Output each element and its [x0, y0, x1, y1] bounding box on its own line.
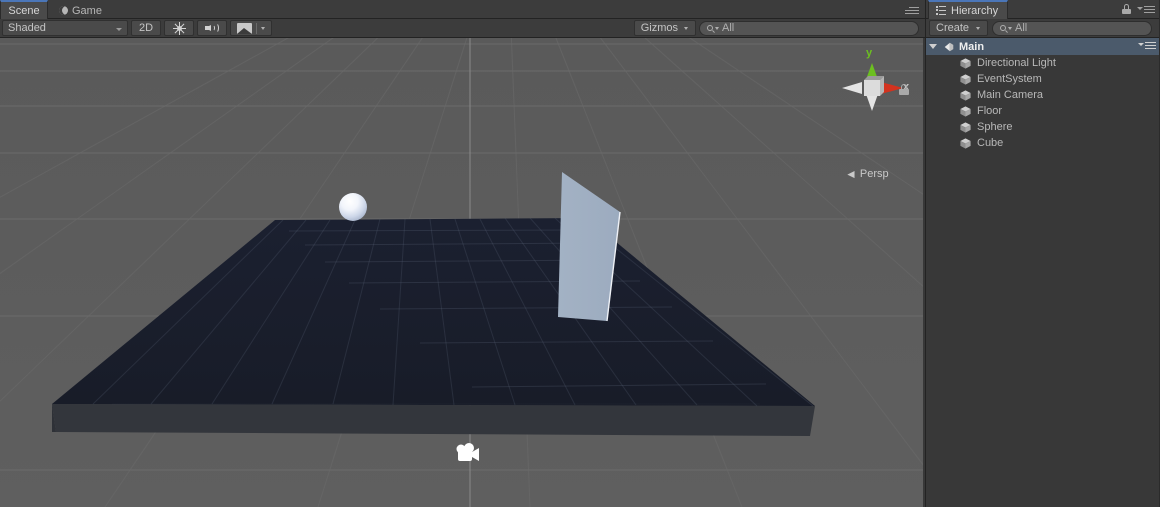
gizmos-dropdown-button[interactable]: Gizmos: [633, 20, 696, 36]
chevron-down-icon: [715, 26, 719, 30]
projection-text: Persp: [859, 168, 889, 180]
hierarchy-list: Directional Light EventSystem Main Camer…: [926, 55, 1160, 151]
list-item[interactable]: Main Camera: [926, 87, 1160, 103]
hierarchy-panel-menu-icon[interactable]: [1137, 5, 1155, 15]
scene-toolbar-right: Gizmos All: [633, 20, 925, 36]
tab-game[interactable]: Game: [50, 0, 112, 19]
hierarchy-search-input[interactable]: All: [992, 20, 1153, 36]
tab-hierarchy[interactable]: Hierarchy: [928, 0, 1009, 19]
hierarchy-icon: [936, 6, 946, 15]
tab-game-label: Game: [72, 4, 102, 17]
scene-name-label: Main: [959, 40, 985, 53]
gizmo-axis-y-label: y: [866, 47, 873, 59]
list-item-label: Cube: [977, 137, 1004, 149]
list-item[interactable]: Sphere: [926, 119, 1160, 135]
create-button[interactable]: Create: [929, 20, 989, 36]
scene-render: [0, 38, 923, 507]
tab-scene[interactable]: Scene: [0, 0, 48, 19]
draw-mode-label: Shaded: [8, 22, 46, 34]
gameobject-cube-icon: [960, 105, 971, 117]
unity-editor-window: Scene Game Shaded 2D Gizmos All y x ◄ Pe…: [0, 0, 1160, 507]
create-label: Create: [936, 22, 970, 34]
list-item-label: Directional Light: [977, 57, 1056, 69]
search-icon: [707, 25, 713, 31]
audio-toggle-button[interactable]: [197, 20, 228, 36]
list-item-label: EventSystem: [977, 73, 1042, 85]
two-d-toggle-button[interactable]: 2D: [131, 20, 162, 36]
triangle-down-icon[interactable]: [929, 44, 937, 49]
gameobject-cube-icon: [960, 137, 971, 149]
hierarchy-search-text: All: [1015, 22, 1028, 34]
hierarchy-scene-row[interactable]: Main: [926, 38, 1160, 55]
projection-arrow-icon: ◄: [845, 167, 857, 181]
row-menu-icon[interactable]: [1138, 42, 1156, 51]
unity-scene-icon: [944, 42, 954, 51]
list-item[interactable]: EventSystem: [926, 71, 1160, 87]
divider: [256, 22, 258, 34]
hierarchy-tabbar: Hierarchy: [926, 0, 1160, 19]
scene-toolbar: Shaded 2D Gizmos All: [0, 19, 925, 38]
chevron-down-icon: [261, 26, 266, 30]
scene-panel: Scene Game Shaded 2D Gizmos All y x ◄ Pe…: [0, 0, 925, 507]
gameobject-cube-icon: [960, 73, 971, 85]
list-item[interactable]: Directional Light: [926, 55, 1160, 71]
speaker-icon: [204, 22, 220, 34]
search-icon: [1000, 25, 1007, 31]
panel-menu-icon[interactable]: [905, 5, 919, 15]
scene-search-input[interactable]: All: [699, 20, 919, 36]
gameobject-cube-icon: [960, 121, 971, 133]
fx-dropdown-button[interactable]: [230, 20, 273, 36]
gameobject-cube-icon: [960, 89, 971, 101]
hierarchy-lock-icon[interactable]: [1122, 4, 1131, 14]
chevron-down-icon: [976, 26, 981, 30]
list-item-label: Floor: [977, 105, 1003, 117]
chevron-down-icon: [116, 28, 122, 31]
game-moon-icon: [59, 6, 68, 15]
gameobject-cube-icon: [960, 57, 971, 69]
list-item[interactable]: Floor: [926, 103, 1160, 119]
scene-tabbar: Scene Game: [0, 0, 925, 19]
image-fx-icon: [237, 22, 253, 34]
list-item-label: Sphere: [977, 121, 1013, 133]
two-d-label: 2D: [139, 22, 154, 34]
list-item[interactable]: Cube: [926, 135, 1160, 151]
sun-icon: [172, 21, 186, 35]
scene-gizmo-lock-icon[interactable]: [899, 84, 909, 95]
chevron-down-icon: [684, 26, 688, 30]
chevron-down-icon: [1008, 26, 1013, 30]
tab-hierarchy-label: Hierarchy: [951, 4, 999, 17]
list-item-label: Main Camera: [977, 89, 1044, 101]
floor-front-face: [52, 404, 815, 436]
gizmos-label: Gizmos: [640, 22, 678, 34]
tab-scene-label: Scene: [8, 4, 40, 17]
projection-mode-label[interactable]: ◄ Persp: [845, 167, 889, 181]
hierarchy-panel: Hierarchy Create All Main Directional Li…: [925, 0, 1160, 507]
sphere-object: [339, 193, 367, 221]
scene-search-text: All: [722, 22, 735, 34]
scene-viewport[interactable]: y x ◄ Persp: [0, 38, 923, 507]
draw-mode-dropdown[interactable]: Shaded: [2, 20, 128, 36]
lighting-toggle-button[interactable]: [164, 20, 195, 36]
hierarchy-toolbar: Create All: [926, 19, 1160, 38]
